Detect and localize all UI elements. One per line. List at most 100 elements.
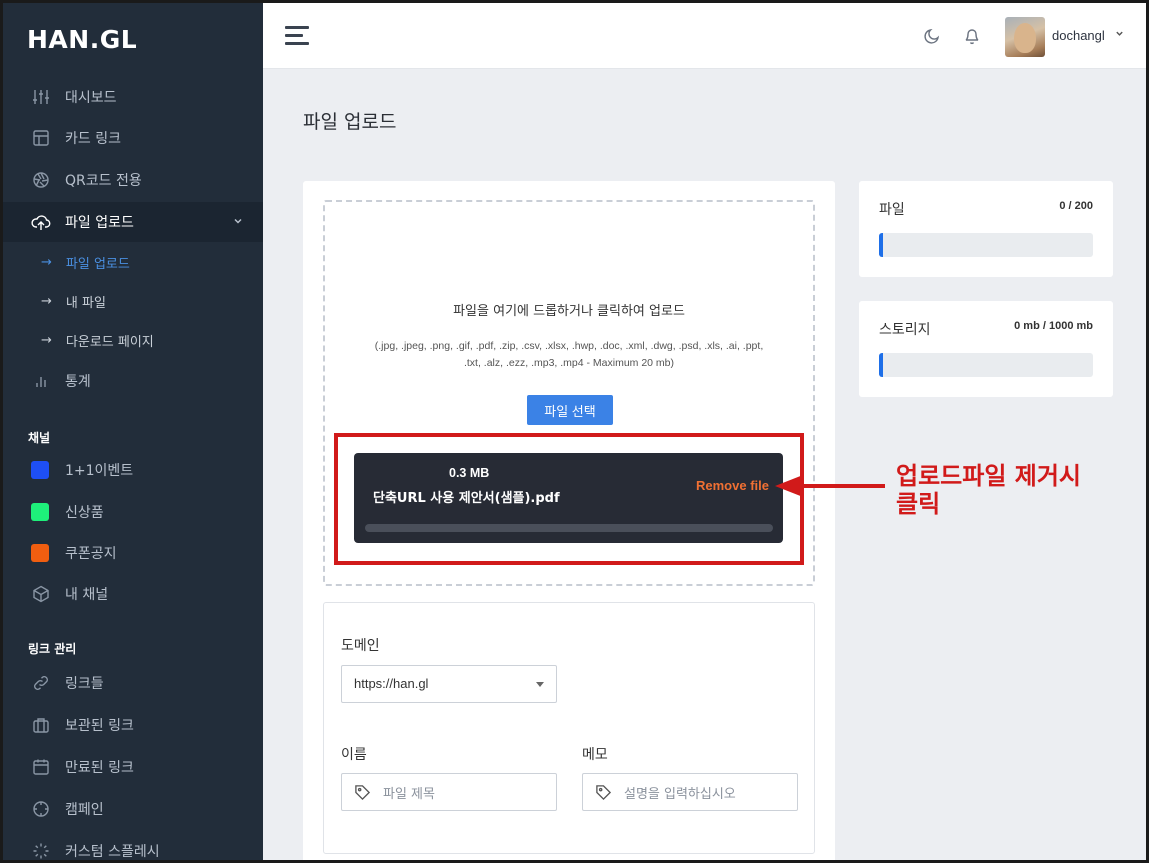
sidebar-channel-event[interactable]: 1+1이벤트 bbox=[3, 450, 263, 490]
annotation-line: 업로드파일 제거시 bbox=[896, 462, 1081, 490]
uploaded-file-preview: 0.3 MB 단축URL 사용 제안서(샘플).pdf Remove file bbox=[354, 453, 783, 543]
sidebar-subitem-label: 내 파일 bbox=[65, 295, 106, 311]
sidebar-item-campaigns[interactable]: 캠페인 bbox=[3, 789, 263, 829]
calendar-icon bbox=[31, 757, 51, 777]
storage-progress-fill bbox=[879, 353, 883, 377]
top-header: dochangl bbox=[263, 3, 1146, 69]
files-progress-fill bbox=[879, 233, 883, 257]
chevron-down-icon bbox=[233, 214, 243, 230]
sidebar-item-label: 카드 링크 bbox=[65, 131, 121, 147]
channel-label: 1+1이벤트 bbox=[65, 463, 134, 479]
bell-icon[interactable] bbox=[963, 27, 981, 49]
name-input[interactable]: 파일 제목 bbox=[341, 773, 557, 811]
sidebar-item-label: 파일 업로드 bbox=[65, 215, 134, 231]
username[interactable]: dochangl bbox=[1052, 28, 1105, 43]
sidebar-item-expired-links[interactable]: 만료된 링크 bbox=[3, 747, 263, 787]
files-stat-value: 0 / 200 bbox=[1059, 200, 1093, 212]
page-title: 파일 업로드 bbox=[303, 111, 397, 133]
dropzone-message: 파일을 여기에 드롭하거나 클릭하여 업로드 bbox=[453, 304, 685, 319]
sidebar-item-card-link[interactable]: 카드 링크 bbox=[3, 118, 263, 158]
sidebar-item-file-upload[interactable]: 파일 업로드 bbox=[3, 202, 263, 242]
sliders-icon bbox=[31, 87, 51, 107]
aperture-icon bbox=[31, 170, 51, 190]
files-stat-title: 파일 bbox=[879, 202, 905, 218]
domain-select-value: https://han.gl bbox=[354, 676, 429, 691]
upload-progress-bar bbox=[365, 524, 773, 532]
sidebar-item-label: 대시보드 bbox=[65, 90, 117, 106]
crosshair-icon bbox=[31, 799, 51, 819]
layout-icon bbox=[31, 128, 51, 148]
storage-stat-value: 0 mb / 1000 mb bbox=[1014, 320, 1093, 332]
allowed-types-line: (.jpg, .jpeg, .png, .gif, .pdf, .zip, .c… bbox=[374, 340, 764, 352]
memo-input-placeholder: 설명을 입력하십시오 bbox=[624, 786, 736, 802]
upload-form: 도메인 https://han.gl 이름 파일 제목 메모 설명을 입력하십시… bbox=[323, 602, 815, 854]
sidebar-item-label: 커스텀 스플레시 bbox=[65, 844, 160, 860]
caret-down-icon bbox=[536, 682, 544, 687]
menu-toggle-icon[interactable] bbox=[285, 26, 309, 46]
app-window: HAN.GL 대시보드 카드 링크 QR코드 전용 파일 업로드 → 파일 업로… bbox=[0, 0, 1149, 863]
annotation-text: 업로드파일 제거시 클릭 bbox=[896, 462, 1136, 518]
domain-select[interactable]: https://han.gl bbox=[341, 665, 557, 703]
files-stat-card: 파일 0 / 200 bbox=[859, 181, 1113, 277]
file-name: 단축URL 사용 제안서(샘플).pdf bbox=[373, 491, 560, 506]
sidebar-item-custom-splash[interactable]: 커스텀 스플레시 bbox=[3, 831, 263, 860]
briefcase-icon bbox=[31, 715, 51, 735]
domain-label: 도메인 bbox=[341, 638, 380, 654]
sidebar-item-qr[interactable]: QR코드 전용 bbox=[3, 160, 263, 200]
channel-color-swatch bbox=[31, 503, 49, 521]
channel-color-swatch bbox=[31, 461, 49, 479]
sidebar: HAN.GL 대시보드 카드 링크 QR코드 전용 파일 업로드 → 파일 업로… bbox=[3, 3, 263, 860]
storage-stat-title: 스토리지 bbox=[879, 322, 931, 338]
sidebar-item-label: 통계 bbox=[65, 374, 91, 390]
name-input-placeholder: 파일 제목 bbox=[383, 786, 435, 802]
dropzone-allowed-types: (.jpg, .jpeg, .png, .gif, .pdf, .zip, .c… bbox=[355, 338, 783, 372]
link-icon bbox=[31, 673, 51, 693]
loader-icon bbox=[31, 841, 51, 860]
tag-icon bbox=[595, 784, 612, 801]
box-icon bbox=[31, 584, 51, 604]
sidebar-subitem-label: 파일 업로드 bbox=[65, 256, 130, 272]
sidebar-item-label: 만료된 링크 bbox=[65, 760, 134, 776]
annotation-arrow-icon bbox=[775, 475, 885, 497]
moon-icon[interactable] bbox=[923, 27, 941, 49]
files-progress-bar bbox=[879, 233, 1093, 257]
sidebar-subitem-label: 다운로드 페이지 bbox=[65, 334, 154, 350]
channel-color-swatch bbox=[31, 544, 49, 562]
storage-progress-bar bbox=[879, 353, 1093, 377]
sidebar-subitem-my-files[interactable]: → 내 파일 bbox=[3, 283, 263, 319]
choose-file-button[interactable]: 파일 선택 bbox=[527, 395, 613, 425]
sidebar-channel-coupons[interactable]: 쿠폰공지 bbox=[3, 533, 263, 573]
arrow-right-icon: → bbox=[41, 254, 52, 270]
sidebar-item-label: 내 채널 bbox=[65, 587, 109, 603]
arrow-right-icon: → bbox=[41, 293, 52, 309]
sidebar-item-archived-links[interactable]: 보관된 링크 bbox=[3, 705, 263, 745]
file-size: 0.3 MB bbox=[449, 466, 490, 480]
allowed-types-line: .txt, .alz, .ezz, .mp3, .mp4 - Maximum 2… bbox=[463, 357, 675, 369]
sidebar-item-label: 보관된 링크 bbox=[65, 718, 134, 734]
sidebar-item-label: QR코드 전용 bbox=[65, 173, 142, 189]
channel-label: 쿠폰공지 bbox=[65, 546, 117, 562]
sidebar-item-links[interactable]: 링크들 bbox=[3, 663, 263, 703]
sidebar-item-my-channel[interactable]: 내 채널 bbox=[3, 574, 263, 614]
remove-file-link[interactable]: Remove file bbox=[696, 478, 769, 493]
sidebar-item-label: 링크들 bbox=[65, 676, 104, 692]
upload-cloud-icon bbox=[31, 212, 51, 232]
memo-label: 메모 bbox=[582, 747, 608, 763]
section-title-links: 링크 관리 bbox=[28, 642, 77, 656]
chevron-down-icon[interactable] bbox=[1115, 28, 1124, 41]
sidebar-channel-new-products[interactable]: 신상품 bbox=[3, 492, 263, 532]
avatar[interactable] bbox=[1005, 17, 1045, 57]
memo-input[interactable]: 설명을 입력하십시오 bbox=[582, 773, 798, 811]
tag-icon bbox=[354, 784, 371, 801]
sidebar-subitem-file-upload[interactable]: → 파일 업로드 bbox=[3, 244, 263, 280]
logo[interactable]: HAN.GL bbox=[27, 25, 137, 54]
channel-label: 신상품 bbox=[65, 505, 104, 521]
section-title-channels: 채널 bbox=[28, 431, 51, 445]
sidebar-item-label: 캠페인 bbox=[65, 802, 104, 818]
sidebar-item-dashboard[interactable]: 대시보드 bbox=[3, 77, 263, 117]
storage-stat-card: 스토리지 0 mb / 1000 mb bbox=[859, 301, 1113, 397]
sidebar-item-stats[interactable]: 통계 bbox=[3, 361, 263, 401]
bar-chart-icon bbox=[31, 371, 51, 391]
sidebar-subitem-download-page[interactable]: → 다운로드 페이지 bbox=[3, 322, 263, 358]
annotation-line: 클릭 bbox=[896, 490, 941, 518]
